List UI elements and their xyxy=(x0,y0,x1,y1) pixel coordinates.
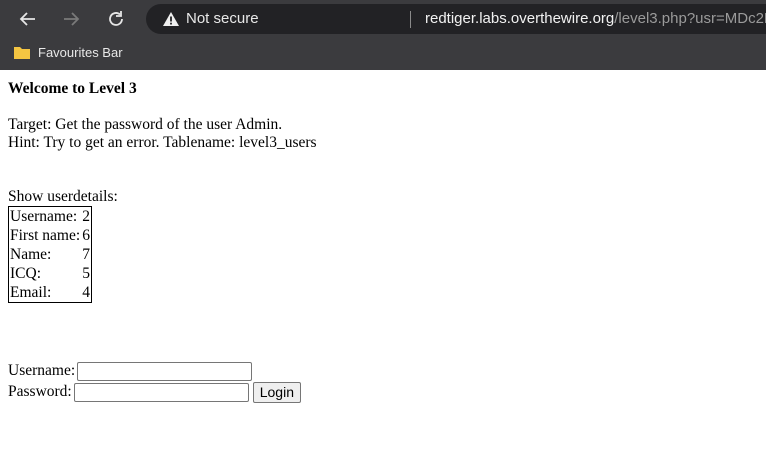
table-row: Email: 4 xyxy=(9,283,91,302)
arrow-left-icon xyxy=(19,12,35,26)
login-button[interactable]: Login xyxy=(252,382,301,403)
detail-value-email: 4 xyxy=(82,284,90,301)
detail-label-username: Username: xyxy=(10,208,78,225)
favourites-bar-label[interactable]: Favourites Bar xyxy=(38,45,123,60)
favourites-bar: Favourites Bar xyxy=(0,38,766,70)
folder-icon xyxy=(14,47,30,59)
login-password-row: Password: Login xyxy=(8,382,301,403)
address-separator xyxy=(410,11,411,28)
detail-label-icq: ICQ: xyxy=(10,265,41,282)
forward-button[interactable] xyxy=(57,5,85,33)
address-bar[interactable]: Not secure redtiger.labs.overthewire.org… xyxy=(146,4,766,34)
password-label: Password: xyxy=(8,383,72,401)
detail-value-icq: 5 xyxy=(82,265,90,282)
back-button[interactable] xyxy=(14,5,42,33)
username-label: Username: xyxy=(8,362,76,380)
table-row: First name: 6 xyxy=(9,226,91,245)
userdetails-table: Username: 2 First name: 6 Name: 7 ICQ: 5 Ema… xyxy=(8,206,92,303)
page-title: Welcome to Level 3 xyxy=(8,80,137,97)
detail-label-firstname: First name: xyxy=(10,227,81,244)
login-username-row: Username: xyxy=(8,362,253,381)
reload-icon xyxy=(109,11,123,26)
username-input[interactable] xyxy=(77,362,253,381)
show-userdetails-label: Show userdetails: xyxy=(8,188,118,205)
detail-value-name: 7 xyxy=(82,246,90,263)
detail-value-username: 2 xyxy=(82,208,90,225)
url-text[interactable]: redtiger.labs.overthewire.org/level3.php… xyxy=(425,10,766,27)
arrow-right-icon xyxy=(64,12,80,26)
table-row: ICQ: 5 xyxy=(9,264,91,283)
table-row: Username: 2 xyxy=(9,207,91,226)
password-input[interactable] xyxy=(73,383,249,402)
warning-icon xyxy=(163,12,179,26)
reload-button[interactable] xyxy=(102,5,130,33)
detail-label-name: Name: xyxy=(10,246,52,263)
table-row: Name: 7 xyxy=(9,245,91,264)
detail-value-firstname: 6 xyxy=(82,227,90,244)
hint-text: Hint: Try to get an error. Tablename: le… xyxy=(8,134,317,151)
detail-label-email: Email: xyxy=(10,284,52,301)
security-label[interactable]: Not secure xyxy=(186,10,259,27)
url-path: /level3.php?usr=MDc2MTUxMDIyMTc3MTM5MjM xyxy=(614,10,766,27)
url-host: redtiger.labs.overthewire.org xyxy=(425,10,615,27)
browser-toolbar: Not secure redtiger.labs.overthewire.org… xyxy=(0,0,766,38)
target-text: Target: Get the password of the user Adm… xyxy=(8,116,283,133)
